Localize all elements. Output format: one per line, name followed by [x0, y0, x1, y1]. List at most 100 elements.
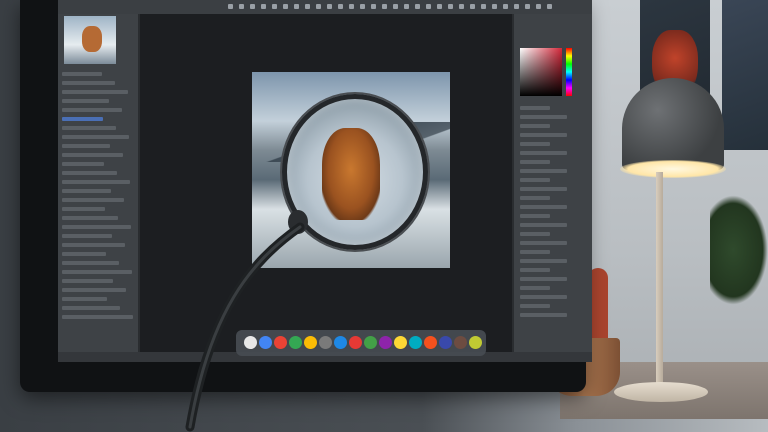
- panel-row: [62, 270, 132, 274]
- panel-row: [520, 142, 550, 146]
- panel-row: [520, 223, 567, 227]
- panel-row: [62, 297, 107, 301]
- panel-row: [62, 198, 124, 202]
- toolbar-icon: [470, 4, 475, 9]
- toolbar-icon: [272, 4, 277, 9]
- panel-row: [62, 171, 117, 175]
- panel-row: [520, 124, 550, 128]
- preview-thumbnail: [64, 16, 116, 64]
- toolbar-icon: [382, 4, 387, 9]
- panel-row: [520, 295, 567, 299]
- toolbar-icon: [404, 4, 409, 9]
- panel-row: [62, 279, 113, 283]
- toolbar-icon: [492, 4, 497, 9]
- dock-app-icon: [394, 336, 407, 349]
- panel-row: [62, 72, 102, 76]
- left-panel: [58, 14, 138, 352]
- magnifier-arm: [185, 222, 305, 432]
- lamp-base: [614, 382, 708, 402]
- panel-row: [520, 259, 567, 263]
- panel-row: [62, 288, 126, 292]
- panel-row: [62, 306, 120, 310]
- panel-row: [520, 115, 567, 119]
- lamp-shade: [622, 78, 724, 170]
- toolbar-icon: [283, 4, 288, 9]
- panel-row: [520, 178, 550, 182]
- menu-bar: [58, 0, 592, 14]
- lamp-pole: [656, 172, 663, 384]
- toolbar-icon: [261, 4, 266, 9]
- toolbar-icon: [360, 4, 365, 9]
- panel-row: [62, 126, 116, 130]
- panel-row: [520, 277, 567, 281]
- panel-row: [62, 108, 122, 112]
- toolbar-icon: [316, 4, 321, 9]
- panel-row: [520, 187, 567, 191]
- toolbar-icon: [294, 4, 299, 9]
- dock-app-icon: [424, 336, 437, 349]
- panel-row: [62, 162, 104, 166]
- panel-row: [520, 133, 567, 137]
- panel-row: [62, 117, 103, 121]
- wall-poster: [722, 0, 768, 150]
- panel-row: [520, 169, 567, 173]
- panel-row: [62, 81, 115, 85]
- panel-row: [62, 234, 112, 238]
- toolbar-icon: [338, 4, 343, 9]
- right-panel: [514, 14, 592, 352]
- panel-row: [62, 144, 110, 148]
- toolbar-icon: [239, 4, 244, 9]
- panel-row: [62, 225, 131, 229]
- toolbar-icon: [349, 4, 354, 9]
- toolbar-icon: [481, 4, 486, 9]
- dock-app-icon: [319, 336, 332, 349]
- panel-row: [520, 160, 550, 164]
- magnified-figure: [322, 128, 380, 220]
- toolbar-icon: [459, 4, 464, 9]
- dock-app-icon: [469, 336, 482, 349]
- toolbar-icon: [536, 4, 541, 9]
- plant: [710, 195, 768, 305]
- hue-slider: [566, 48, 572, 96]
- dock-app-icon: [379, 336, 392, 349]
- toolbar-icon: [503, 4, 508, 9]
- panel-row: [62, 252, 106, 256]
- toolbar-icon: [327, 4, 332, 9]
- panel-row: [62, 189, 111, 193]
- panel-row: [62, 243, 125, 247]
- panel-row: [520, 286, 550, 290]
- toolbar-icon: [371, 4, 376, 9]
- dock-app-icon: [334, 336, 347, 349]
- panel-row: [520, 196, 550, 200]
- toolbar-icon: [514, 4, 519, 9]
- toolbar-icon: [547, 4, 552, 9]
- panel-row: [520, 106, 550, 110]
- panel-row: [62, 135, 129, 139]
- dock-app-icon: [409, 336, 422, 349]
- panel-row: [520, 205, 567, 209]
- toolbar-icon: [305, 4, 310, 9]
- panel-row: [62, 90, 128, 94]
- toolbar-icon: [525, 4, 530, 9]
- panel-row: [520, 313, 567, 317]
- toolbar-icon: [250, 4, 255, 9]
- panel-row: [520, 268, 550, 272]
- panel-row: [62, 315, 133, 319]
- toolbar-icon: [437, 4, 442, 9]
- toolbar-icon: [393, 4, 398, 9]
- panel-row: [62, 99, 109, 103]
- dock-app-icon: [439, 336, 452, 349]
- toolbar-icon: [426, 4, 431, 9]
- panel-row: [520, 304, 550, 308]
- thumbnail-figure: [82, 26, 102, 52]
- toolbar-icon: [415, 4, 420, 9]
- panel-row: [62, 207, 105, 211]
- panel-row: [520, 250, 550, 254]
- lamp-glow: [620, 160, 726, 178]
- color-picker: [520, 48, 562, 96]
- dock-app-icon: [454, 336, 467, 349]
- panel-row: [520, 151, 567, 155]
- toolbar-icon: [228, 4, 233, 9]
- dock-app-icon: [349, 336, 362, 349]
- panel-row: [62, 261, 119, 265]
